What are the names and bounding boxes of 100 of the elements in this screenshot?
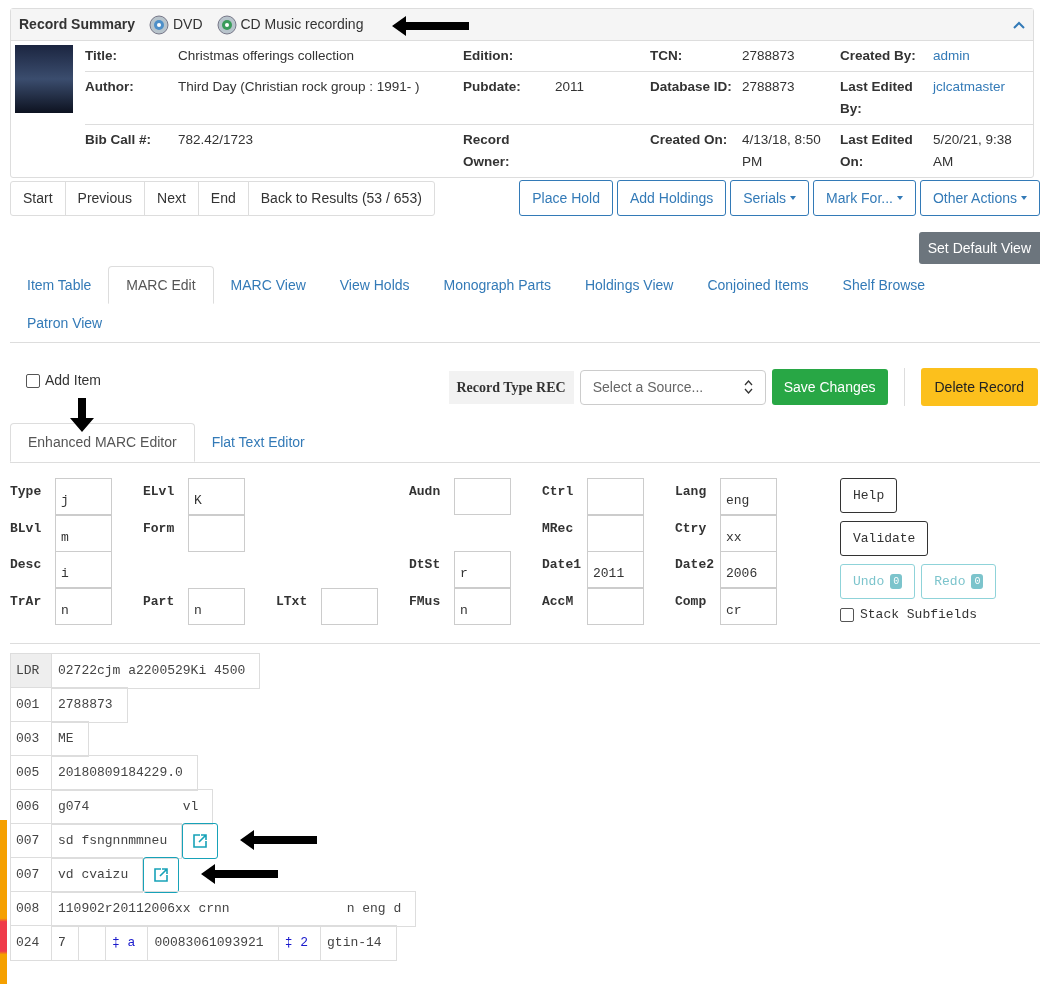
field-value: 2011 (555, 78, 586, 96)
dropdown-button[interactable]: Serials (730, 180, 810, 216)
action-button[interactable]: Place Hold (519, 180, 613, 216)
editor-button[interactable]: Validate (840, 521, 929, 556)
marc-value: ME (51, 720, 89, 757)
fixed-field-input[interactable] (587, 514, 644, 552)
indicator-cell (78, 924, 106, 961)
fixed-field-label: FMus (409, 592, 442, 611)
fixed-field-label: LTxt (276, 592, 309, 611)
tab[interactable]: MARC Edit (108, 266, 214, 304)
format-label: CD Music recording (240, 15, 364, 34)
field-label: Bib Call #: (85, 131, 152, 149)
marc-tag: 003 (10, 720, 52, 757)
nav-button[interactable]: End (197, 180, 249, 216)
fixed-field-input[interactable] (188, 514, 245, 552)
tab[interactable]: View Holds (322, 266, 427, 304)
fixed-field-label: Type (10, 483, 43, 501)
external-link-icon (154, 867, 169, 882)
tab[interactable]: Item Table (10, 266, 109, 304)
fixed-field-input[interactable]: n (454, 587, 511, 625)
fixed-field-label: Date2 (675, 556, 715, 575)
source-select[interactable]: Select a Source... (579, 369, 766, 405)
dropdown-button[interactable]: Other Actions (919, 180, 1040, 216)
field-label: Last Edited On: (840, 131, 914, 171)
disc-icon (148, 14, 169, 35)
user-link[interactable]: admin (933, 45, 1033, 67)
marc-value: 110902r20112006xx crnn n eng d (51, 890, 417, 927)
action-button[interactable]: Add Holdings (616, 180, 727, 216)
field-value: 782.42/1723 (178, 131, 255, 149)
field-label: Edition: (463, 47, 515, 65)
fixed-field-label: ELvl (143, 483, 176, 501)
checkbox[interactable] (26, 373, 40, 388)
fixed-field-input[interactable]: K (188, 478, 245, 515)
user-link[interactable]: jclcatmaster (933, 76, 1033, 120)
tab[interactable]: Conjoined Items (690, 266, 826, 304)
fixed-field-input[interactable] (587, 478, 644, 515)
nav-button[interactable]: Next (144, 180, 199, 216)
count-badge: 0 (890, 574, 903, 589)
tab[interactable]: MARC View (213, 266, 323, 304)
fixed-field-input[interactable]: 2011 (587, 551, 644, 589)
fixed-field-label: Ctrl (542, 483, 575, 501)
tab[interactable]: Shelf Browse (825, 266, 943, 304)
delete-record-button[interactable]: Delete Record (920, 368, 1038, 406)
tab[interactable]: Holdings View (567, 266, 691, 304)
fixed-field-input[interactable]: m (55, 514, 112, 552)
field-label: Title: (85, 47, 118, 65)
field-value: 2788873 (742, 47, 796, 65)
marc-tag: 005 (10, 754, 52, 791)
checkbox[interactable] (840, 607, 854, 622)
field-label: Pubdate: (463, 78, 522, 96)
marc-value: sd fsngnnmmneu (51, 822, 183, 859)
nav-button[interactable]: Start (10, 180, 66, 216)
fixed-field-input[interactable]: n (55, 587, 112, 625)
marc-tag: 007 (10, 856, 52, 893)
tab[interactable]: Monograph Parts (426, 266, 568, 304)
arrow-icon (201, 864, 279, 884)
dropdown-button[interactable]: Mark For... (813, 180, 916, 216)
nav-button[interactable]: Previous (64, 180, 146, 216)
fixed-field-input[interactable]: r (454, 551, 511, 589)
checkbox-label: Add Item (45, 371, 102, 390)
disc-icon (216, 14, 237, 35)
fixed-field-label: MRec (542, 519, 575, 538)
record-type-label: Record Type REC (448, 370, 574, 404)
fixed-field-input[interactable] (454, 478, 511, 515)
fixed-field-label: BLvl (10, 519, 43, 538)
marc-value: 20180809184229.0 (51, 754, 198, 791)
fixed-field-input[interactable]: j (55, 478, 112, 515)
arrow-icon (392, 16, 469, 36)
fixed-field-label: Desc (10, 556, 43, 575)
fixed-field-label: Form (143, 519, 176, 538)
set-default-view-button[interactable]: Set Default View (918, 232, 1040, 264)
fixed-field-input[interactable]: eng (720, 478, 777, 515)
tab[interactable]: Flat Text Editor (194, 423, 322, 462)
fixed-field-label: Audn (409, 483, 442, 501)
arrow-icon (240, 830, 318, 850)
marc-tag: 001 (10, 686, 52, 723)
tab[interactable]: Patron View (10, 304, 120, 342)
album-cover-placeholder (15, 45, 73, 113)
external-link-icon (193, 833, 208, 848)
fixed-field-label: Lang (675, 483, 708, 501)
fixed-field-label: Date1 (542, 556, 582, 575)
fixed-field-input[interactable] (587, 587, 644, 625)
subfield-code: ‡ 2 (277, 924, 322, 961)
subfield-code: ‡ a (105, 924, 149, 961)
fixed-field-input[interactable]: cr (720, 587, 777, 625)
fixed-field-input[interactable] (321, 587, 378, 625)
marc-tag: 024 (10, 924, 52, 961)
edit-button[interactable] (182, 822, 219, 859)
fixed-field-input[interactable]: xx (720, 514, 777, 552)
marc-value: 2788873 (51, 686, 128, 723)
tab[interactable]: Enhanced MARC Editor (10, 423, 195, 462)
format-label: DVD (172, 15, 203, 34)
updown-icon (743, 379, 753, 395)
chevron-icon[interactable] (1013, 20, 1025, 29)
nav-button[interactable]: Back to Results (53 / 653) (247, 180, 435, 216)
fixed-field-input[interactable]: i (55, 551, 112, 589)
fixed-field-input[interactable]: 2006 (720, 551, 777, 589)
editor-button[interactable]: Help (840, 478, 898, 513)
edit-button[interactable] (143, 856, 180, 893)
fixed-field-input[interactable]: n (188, 587, 245, 625)
